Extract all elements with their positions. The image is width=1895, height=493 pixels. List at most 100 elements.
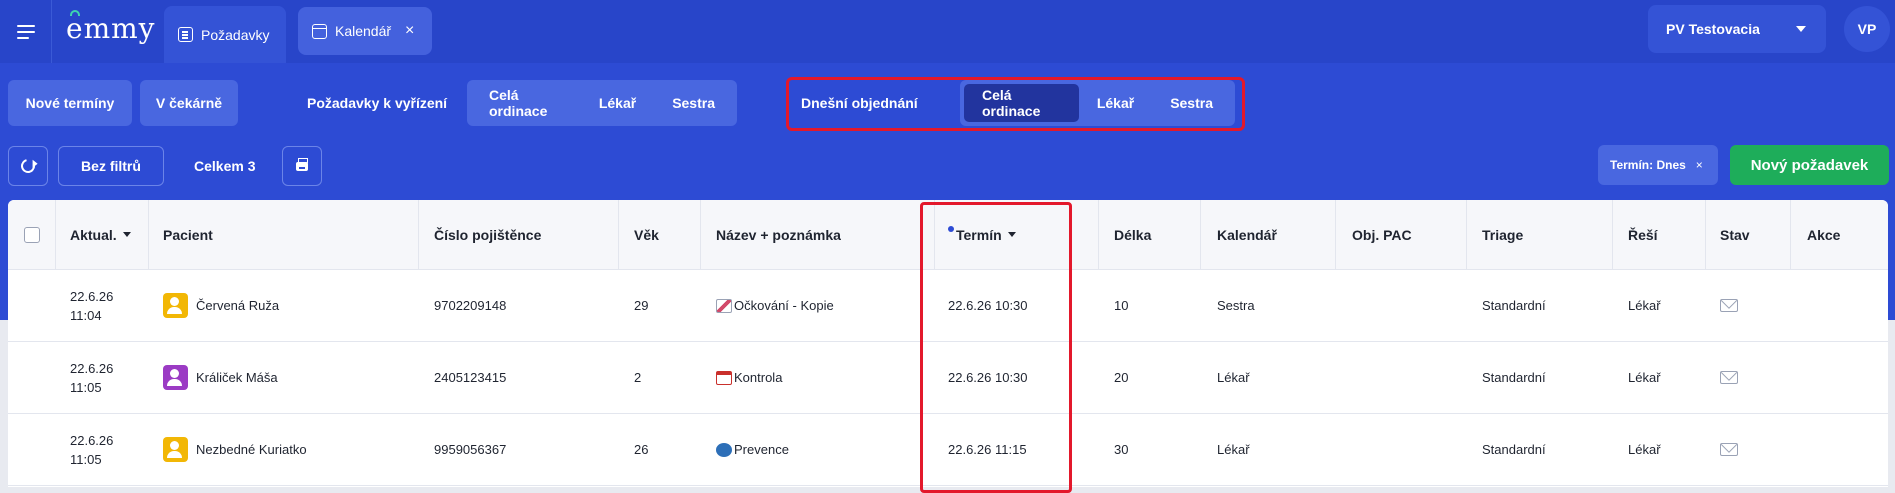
updated-date: 22.6.26	[70, 432, 114, 448]
column-insurance-number[interactable]: Číslo pojištěnce	[434, 200, 541, 269]
new-terms-button[interactable]: Nové termíny	[8, 80, 132, 126]
calendar-icon	[716, 370, 732, 385]
cell-age: 2	[634, 370, 642, 385]
note-text: Kontrola	[734, 370, 783, 385]
cell-triage: Standardní	[1482, 298, 1546, 313]
pending-segment-doctor[interactable]: Lékař	[581, 84, 654, 122]
table-row[interactable]: 22.6.26 11:04 Červená Ruža 9702209148 29…	[8, 270, 1888, 342]
cell-patient[interactable]: Červená Ruža	[163, 270, 279, 341]
column-status[interactable]: Stav	[1720, 200, 1750, 269]
pending-segment-group: Celá ordinace Lékař Sestra	[467, 80, 737, 126]
cell-age: 26	[634, 442, 649, 457]
cell-patient[interactable]: Králiček Máša	[163, 342, 278, 413]
updated-time: 11:05	[70, 451, 102, 467]
cell-handler: Lékař	[1628, 442, 1661, 457]
checkbox-icon	[24, 226, 40, 243]
close-icon[interactable]: ×	[405, 23, 414, 39]
column-patient[interactable]: Pacient	[163, 200, 213, 269]
cell-status[interactable]	[1720, 342, 1738, 413]
today-orders-label: Dnešní objednání	[801, 95, 918, 111]
cell-insurance-number: 9702209148	[434, 298, 507, 313]
cell-triage: Standardní	[1482, 442, 1546, 457]
pending-segment-whole-practice[interactable]: Celá ordinace	[471, 84, 581, 122]
filter-chip-term[interactable]: Termín: Dnes ×	[1598, 145, 1718, 185]
cell-term: 22.6.26 10:30	[948, 298, 1028, 313]
cell-duration: 10	[1114, 298, 1129, 313]
patient-icon	[163, 365, 188, 390]
column-handler[interactable]: Řeší	[1628, 200, 1658, 269]
no-filters-button[interactable]: Bez filtrů	[58, 146, 164, 186]
cell-patient[interactable]: Nezbedné Kuriatko	[163, 414, 307, 485]
pending-requests-label: Požadavky k vyřízení	[307, 95, 448, 111]
refresh-button[interactable]	[8, 146, 48, 186]
cell-triage: Standardní	[1482, 370, 1546, 385]
chevron-down-icon	[1796, 26, 1806, 32]
today-segment-whole-practice[interactable]: Celá ordinace	[964, 84, 1079, 122]
note-text: Prevence	[734, 442, 789, 457]
refresh-icon	[18, 156, 38, 176]
vaccine-icon	[716, 298, 732, 313]
cell-updated: 22.6.26 11:05	[70, 342, 113, 413]
patient-name: Nezbedné Kuriatko	[196, 442, 307, 457]
cell-updated: 22.6.26 11:04	[70, 270, 113, 341]
updated-time: 11:05	[70, 379, 102, 395]
column-duration[interactable]: Délka	[1114, 200, 1151, 269]
print-icon	[296, 157, 308, 171]
user-avatar[interactable]: VP	[1844, 6, 1890, 52]
top-bar: emmy Požadavky Kalendář × PV Testovacia …	[0, 0, 1895, 63]
sort-down-icon	[1007, 232, 1016, 237]
tab-label: Kalendář	[335, 23, 392, 39]
table-header-row: Aktual. Pacient Číslo pojištěnce Věk Náz…	[8, 200, 1888, 270]
sort-down-icon	[122, 232, 131, 237]
column-age[interactable]: Věk	[634, 200, 659, 269]
column-label: Aktual.	[70, 226, 117, 243]
cell-note: Kontrola	[716, 342, 782, 413]
column-term[interactable]: Termín	[948, 200, 1016, 269]
note-text: Očkování - Kopie	[734, 298, 834, 313]
patient-icon	[163, 293, 188, 318]
waiting-room-button[interactable]: V čekárně	[140, 80, 238, 126]
today-segment-doctor[interactable]: Lékař	[1079, 84, 1152, 122]
cell-duration: 30	[1114, 442, 1129, 457]
column-calendar[interactable]: Kalendář	[1217, 200, 1277, 269]
column-updated[interactable]: Aktual.	[70, 200, 131, 269]
select-all-checkbox[interactable]	[24, 200, 40, 269]
cell-status[interactable]	[1720, 270, 1738, 341]
cell-calendar: Lékař	[1217, 442, 1250, 457]
today-segment-nurse[interactable]: Sestra	[1152, 84, 1231, 122]
organization-select[interactable]: PV Testovacia	[1648, 5, 1826, 53]
sort-indicator-icon	[948, 225, 954, 232]
patient-icon	[163, 437, 188, 462]
logo: emmy	[66, 12, 156, 45]
calendar-icon	[312, 23, 327, 39]
cell-duration: 20	[1114, 370, 1129, 385]
column-triage[interactable]: Triage	[1482, 200, 1523, 269]
requests-table: Aktual. Pacient Číslo pojištěnce Věk Náz…	[8, 200, 1888, 487]
envelope-icon	[1720, 443, 1738, 456]
cell-term: 22.6.26 11:15	[948, 442, 1027, 457]
stethoscope-icon	[716, 442, 732, 457]
column-label: Termín	[956, 226, 1002, 243]
today-segment-group: Celá ordinace Lékař Sestra	[960, 80, 1235, 126]
tab-pozadavky[interactable]: Požadavky	[164, 6, 286, 63]
table-row[interactable]: 22.6.26 11:05 Nezbedné Kuriatko 99590563…	[8, 414, 1888, 486]
cell-calendar: Sestra	[1217, 298, 1255, 313]
table-row[interactable]: 22.6.26 11:05 Králiček Máša 2405123415 2…	[8, 342, 1888, 414]
pending-segment-nurse[interactable]: Sestra	[654, 84, 733, 122]
new-request-button[interactable]: Nový požadavek	[1730, 145, 1889, 185]
patient-name: Červená Ruža	[196, 298, 280, 313]
updated-date: 22.6.26	[70, 360, 114, 376]
cell-handler: Lékař	[1628, 370, 1661, 385]
total-count: Celkem 3	[194, 158, 256, 174]
menu-icon[interactable]	[0, 0, 52, 63]
column-name-note[interactable]: Název + poznámka	[716, 200, 841, 269]
document-icon	[178, 27, 193, 42]
column-obj-pac[interactable]: Obj. PAC	[1352, 200, 1412, 269]
column-actions: Akce	[1807, 226, 1841, 243]
print-button[interactable]	[282, 146, 322, 186]
cell-status[interactable]	[1720, 414, 1738, 485]
envelope-icon	[1720, 299, 1738, 312]
close-icon[interactable]: ×	[1696, 158, 1703, 172]
cell-note: Očkování - Kopie	[716, 270, 834, 341]
tab-kalendar[interactable]: Kalendář ×	[298, 7, 432, 55]
